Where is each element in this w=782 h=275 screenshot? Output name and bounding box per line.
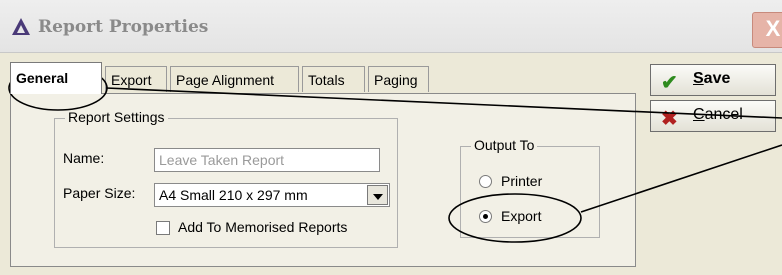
tab-page-alignment[interactable]: Page Alignment — [170, 66, 299, 92]
cancel-button[interactable]: ✖ Cancel — [650, 100, 776, 132]
tab-paging[interactable]: Paging — [368, 66, 429, 92]
memorised-reports-checkbox[interactable] — [156, 221, 170, 235]
name-label: Name: — [63, 150, 105, 166]
save-button[interactable]: ✔ Save — [650, 64, 776, 96]
paper-size-value: A4 Small 210 x 297 mm — [159, 187, 308, 203]
report-settings-legend: Report Settings — [65, 109, 168, 125]
printer-radio[interactable] — [479, 175, 492, 188]
report-name-field[interactable]: Leave Taken Report — [154, 148, 380, 172]
title-bar: Report Properties X — [0, 0, 782, 53]
export-radio[interactable] — [479, 210, 492, 223]
export-label[interactable]: Export — [501, 208, 541, 224]
paper-size-label: Paper Size: — [63, 185, 136, 201]
output-to-legend: Output To — [471, 137, 538, 153]
cross-icon: ✖ — [661, 108, 678, 130]
save-button-label: Save — [693, 70, 731, 87]
checkmark-icon: ✔ — [661, 72, 678, 94]
printer-label[interactable]: Printer — [501, 173, 542, 189]
memorised-reports-label[interactable]: Add To Memorised Reports — [178, 219, 347, 235]
general-tab-panel: Report Settings Name: Leave Taken Report… — [10, 93, 636, 267]
chevron-down-icon[interactable] — [367, 185, 388, 205]
tab-totals[interactable]: Totals — [302, 66, 365, 92]
output-to-group: Output To — [460, 137, 600, 238]
app-triangle-icon — [12, 18, 30, 35]
cancel-button-label: Cancel — [693, 106, 743, 123]
close-button[interactable]: X — [752, 12, 782, 48]
tab-export[interactable]: Export — [105, 66, 167, 92]
paper-size-select[interactable]: A4 Small 210 x 297 mm — [154, 183, 390, 207]
tab-general[interactable]: General — [10, 62, 102, 94]
window-title: Report Properties — [38, 17, 209, 37]
